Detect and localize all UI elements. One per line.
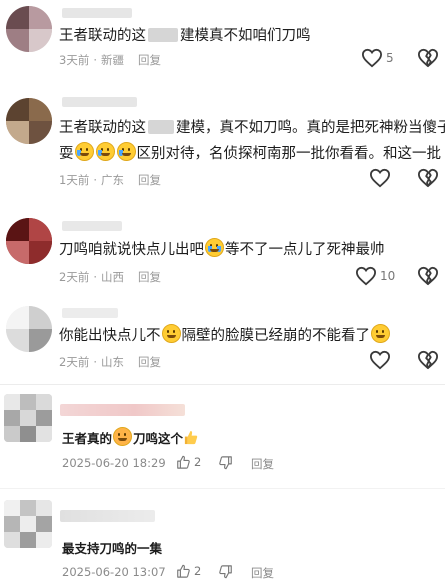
grin-sweat-emoji — [371, 324, 390, 343]
grin-sweat-emoji — [161, 324, 181, 343]
rofl-emoji — [116, 142, 136, 161]
avatar[interactable] — [4, 500, 52, 548]
rofl-emoji — [95, 142, 115, 161]
comment-meta: 2天前 · 山西 回复 — [59, 270, 161, 284]
comment-text-part: 建模，真不如刀鸣。真的是把死神粉当傻子 — [176, 120, 445, 136]
comment-item: 刀鸣咱就说快点儿出吧 等不了一点儿了死神最帅 2天前 · 山西 回复 10 — [0, 210, 445, 290]
comment-text-part: 耍 — [59, 146, 74, 162]
comment-text: 王者联动的这 建模真不如咱们刀鸣 — [59, 24, 311, 49]
blurred-word — [148, 28, 178, 42]
broken-heart-icon[interactable] — [417, 48, 439, 68]
comment-item: 王者联动的这 建模真不如咱们刀鸣 3天前 · 新疆 回复 5 — [0, 0, 445, 80]
avatar[interactable] — [6, 6, 52, 52]
thumbs-up-icon[interactable] — [176, 564, 190, 578]
comment-text-part: 隔壁的脸膜已经崩的不能看了 — [181, 328, 371, 344]
comment-time: 2025-06-20 18:29 — [62, 456, 166, 470]
section-divider — [0, 384, 445, 385]
username-blurred[interactable] — [62, 97, 137, 107]
heart-outline-icon[interactable] — [369, 350, 391, 370]
comment-item: 王者真的 刀鸣这个 2025-06-20 18:29 2 回复 — [0, 390, 445, 485]
comment-meta: 3天前 · 新疆 回复 — [59, 53, 161, 67]
comment-text-part: 等不了一点儿了死神最帅 — [225, 242, 385, 258]
comment-text-part: 你能出快点儿不 — [59, 328, 161, 344]
comment-text: 耍 区别对待，名侦探柯南那一批你看看。和这一批 — [59, 142, 441, 167]
comment-location: 广东 — [100, 173, 124, 187]
username-blurred[interactable] — [60, 404, 185, 416]
comment-text: 刀鸣咱就说快点儿出吧 等不了一点儿了死神最帅 — [59, 238, 385, 263]
heart-outline-icon[interactable] — [361, 48, 383, 68]
broken-heart-icon[interactable] — [417, 266, 439, 286]
rofl-emoji — [74, 142, 94, 161]
comment-time: 3天前 — [59, 53, 90, 67]
like-count: 5 — [386, 51, 394, 65]
heart-outline-icon[interactable] — [355, 266, 377, 286]
like-count: 2 — [194, 455, 202, 469]
avatar[interactable] — [6, 98, 52, 144]
reply-button[interactable]: 回复 — [138, 173, 161, 187]
comment-text-part: 建模真不如咱们刀鸣 — [180, 28, 311, 44]
comment-meta: 2025-06-20 18:29 — [62, 456, 180, 470]
username-blurred[interactable] — [62, 8, 132, 18]
blurred-word — [148, 120, 174, 134]
comment-time: 2天前 — [59, 355, 90, 369]
comment-location: 新疆 — [100, 53, 124, 67]
comment-meta: 2025-06-20 13:07 — [62, 565, 180, 579]
avatar[interactable] — [4, 394, 52, 442]
like-count: 10 — [380, 269, 396, 283]
broken-heart-icon[interactable] — [417, 350, 439, 370]
comment-text-part: 刀鸣这个 — [133, 431, 184, 446]
username-blurred[interactable] — [62, 221, 122, 231]
comment-text-part: 王者联动的这 — [59, 120, 146, 136]
comment-location: 山西 — [100, 270, 124, 284]
broken-heart-icon[interactable] — [417, 168, 439, 188]
comment-text-part: 王者联动的这 — [59, 28, 146, 44]
comment-meta: 2天前 · 山东 回复 — [59, 355, 161, 369]
username-blurred[interactable] — [60, 510, 155, 522]
comment-time: 1天前 — [59, 173, 90, 187]
comment-text: 王者联动的这 建模，真不如刀鸣。真的是把死神粉当傻子 — [59, 116, 445, 141]
reply-button[interactable]: 回复 — [251, 456, 274, 472]
reply-button[interactable]: 回复 — [251, 565, 274, 581]
thumbs-up-emoji — [183, 428, 198, 445]
comment-item: 最支持刀鸣的一集 2025-06-20 13:07 2 回复 — [0, 494, 445, 580]
reply-button[interactable]: 回复 — [138, 355, 161, 369]
thumbs-down-icon[interactable] — [219, 565, 233, 579]
comment-item: 你能出快点儿不 隔壁的脸膜已经崩的不能看了 2天前 · 山东 回复 — [0, 300, 445, 380]
comment-location: 山东 — [100, 355, 124, 369]
comment-meta: 1天前 · 广东 回复 — [59, 173, 161, 187]
avatar[interactable] — [6, 306, 52, 352]
like-count: 2 — [194, 564, 202, 578]
sob-emoji — [205, 238, 224, 257]
comment-text-part: 区别对待，名侦探柯南那一批你看看。和这一批 — [136, 146, 442, 162]
comment-text: 你能出快点儿不 隔壁的脸膜已经崩的不能看了 — [59, 324, 391, 349]
avatar[interactable] — [6, 218, 52, 264]
section-divider — [0, 488, 445, 489]
comment-text-part: 王者真的 — [62, 431, 113, 446]
ok-hand-emoji — [113, 427, 133, 446]
thumbs-down-icon[interactable] — [219, 456, 233, 470]
comment-text: 王者真的 刀鸣这个 — [62, 426, 198, 451]
comment-time: 2025-06-20 13:07 — [62, 565, 166, 579]
reply-button[interactable]: 回复 — [138, 270, 161, 284]
comment-text: 最支持刀鸣的一集 — [62, 541, 163, 556]
comment-text-part: 刀鸣咱就说快点儿出吧 — [59, 242, 204, 258]
comment-time: 2天前 — [59, 270, 90, 284]
thumbs-up-icon[interactable] — [176, 455, 190, 469]
heart-outline-icon[interactable] — [369, 168, 391, 188]
username-blurred[interactable] — [62, 308, 118, 318]
comment-item: 王者联动的这 建模，真不如刀鸣。真的是把死神粉当傻子 耍 区别对待，名侦探柯南那一批… — [0, 88, 445, 198]
reply-button[interactable]: 回复 — [138, 53, 161, 67]
